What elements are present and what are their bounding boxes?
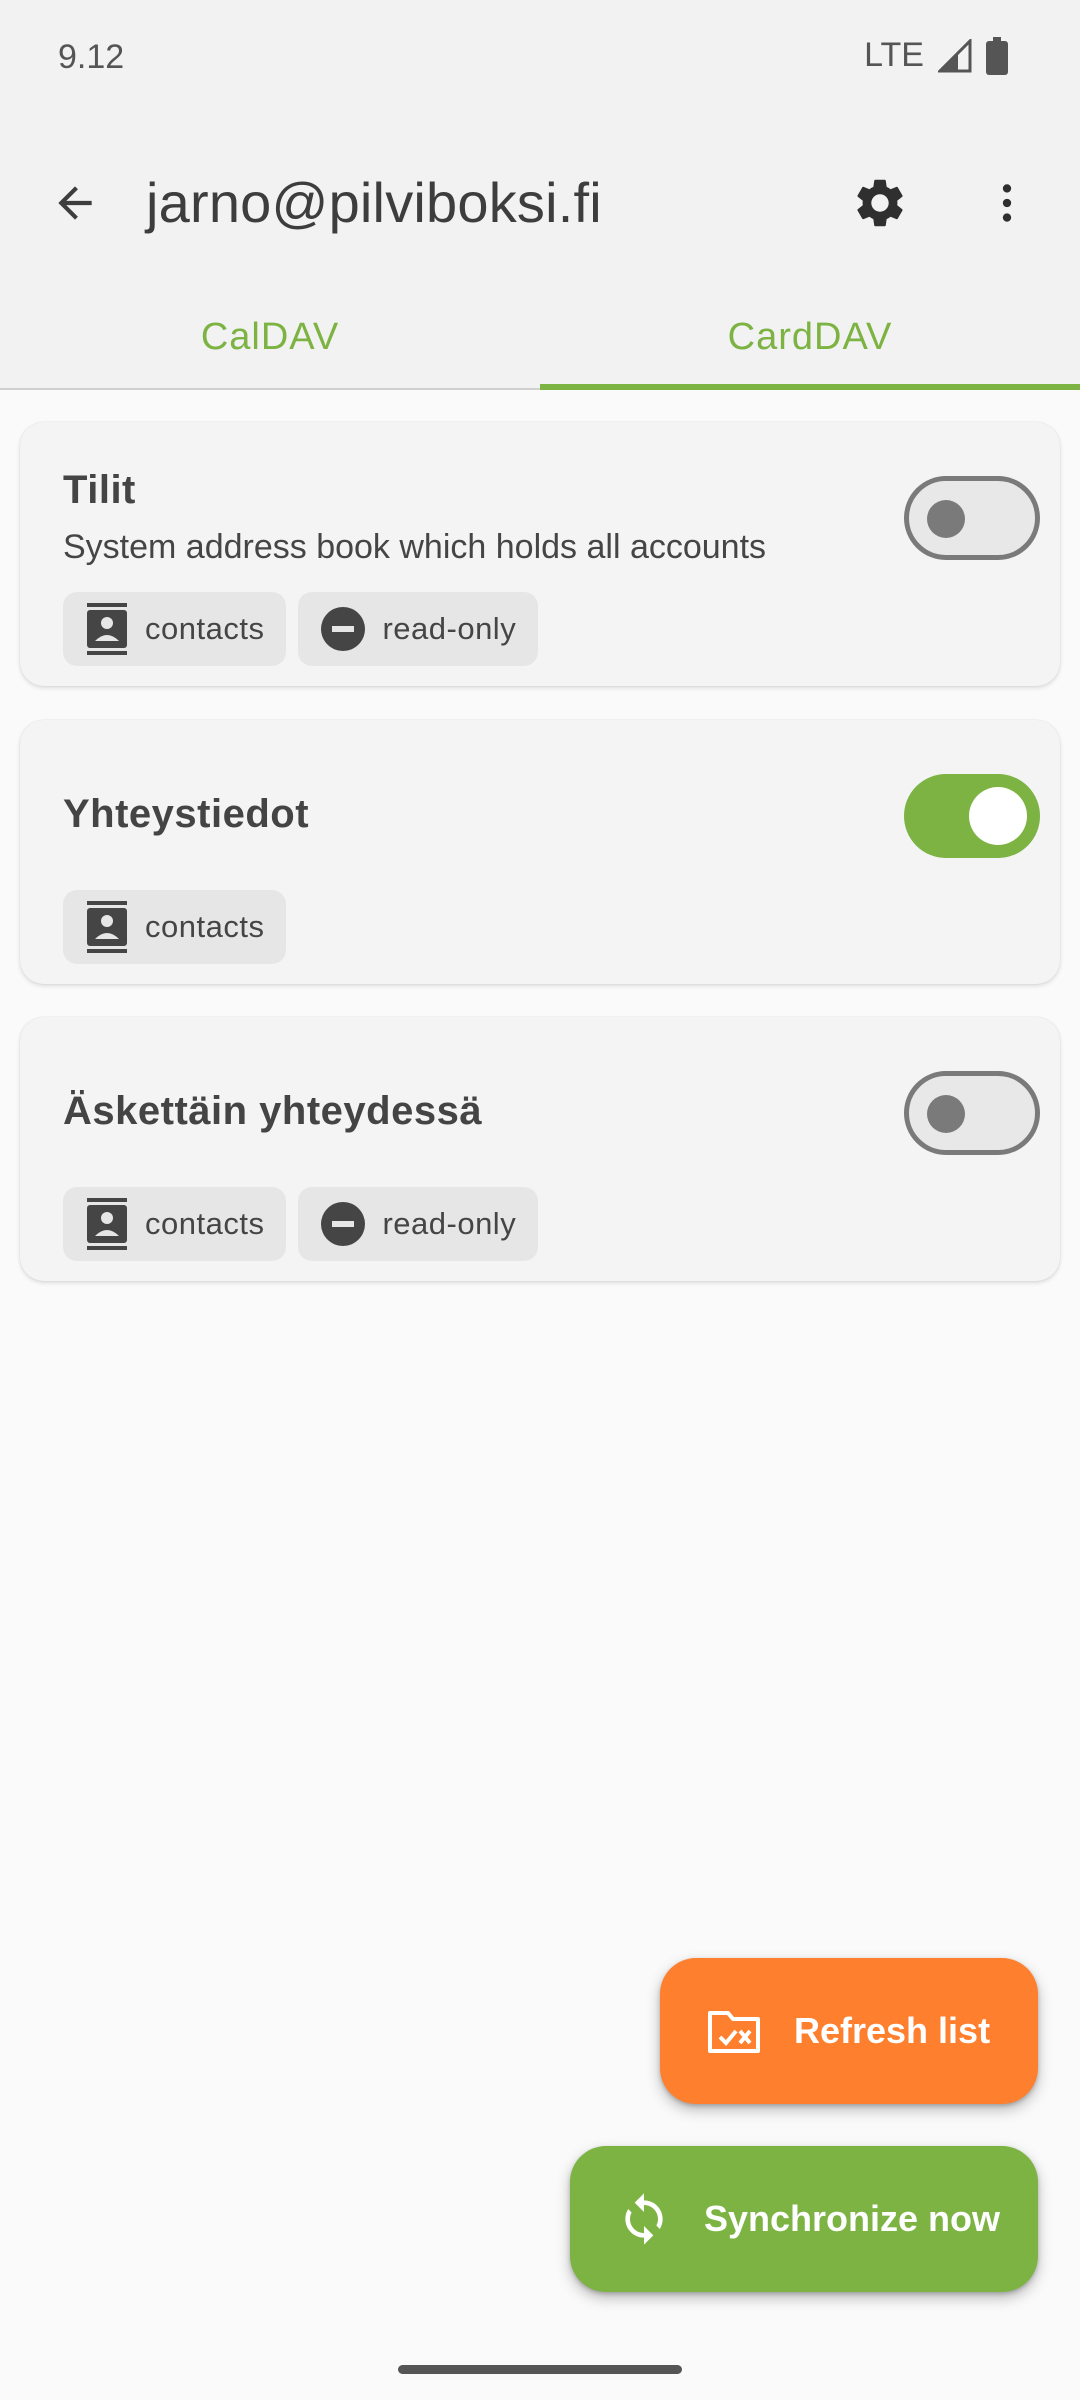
toggle-knob — [969, 787, 1027, 845]
read-only-chip: read-only — [298, 592, 539, 666]
synchronize-now-button[interactable]: Synchronize now — [570, 2146, 1038, 2292]
tab-caldav[interactable]: CalDAV — [0, 286, 540, 388]
contacts-icon — [87, 901, 127, 953]
contacts-chip: contacts — [63, 592, 287, 666]
account-title: jarno@pilviboksi.fi — [146, 171, 602, 234]
sync-toggle[interactable] — [904, 476, 1040, 560]
chip-row: contacts read-only — [63, 592, 539, 666]
chip-label: read-only — [382, 611, 517, 646]
sync-toggle[interactable] — [904, 774, 1040, 858]
signal-icon — [938, 38, 972, 72]
chip-row: contacts read-only — [63, 1187, 539, 1261]
chip-label: read-only — [382, 1206, 517, 1241]
minus-circle-icon — [321, 1202, 366, 1246]
minus-circle-icon — [321, 607, 366, 651]
address-book-description: System address book which holds all acco… — [63, 528, 767, 566]
sync-toggle[interactable] — [904, 1071, 1040, 1155]
more-vert-icon — [1002, 184, 1012, 222]
refresh-list-button[interactable]: Refresh list — [660, 1958, 1038, 2104]
address-book-title: Tilit — [63, 468, 136, 512]
contacts-chip: contacts — [63, 1187, 287, 1261]
tab-carddav[interactable]: CardDAV — [540, 286, 1080, 390]
synchronize-now-label: Synchronize now — [704, 2198, 1001, 2239]
chip-row: contacts — [63, 890, 287, 964]
address-book-title: Äskettäin yhteydessä — [63, 1089, 483, 1133]
status-icons: LTE — [864, 36, 1008, 75]
contacts-icon — [87, 603, 127, 655]
status-bar: 9.12 LTE — [0, 0, 1080, 118]
address-book-title: Yhteystiedot — [63, 792, 310, 836]
arrow-back-icon — [58, 186, 92, 220]
address-book-card[interactable]: Yhteystiedot contacts — [20, 720, 1060, 984]
network-type: LTE — [864, 36, 924, 74]
more-options-button[interactable] — [972, 168, 1042, 238]
home-indicator[interactable] — [398, 2365, 682, 2374]
settings-button[interactable] — [845, 168, 915, 238]
chip-label: contacts — [145, 1206, 265, 1241]
battery-icon — [986, 36, 1008, 75]
contacts-chip: contacts — [63, 890, 287, 964]
folder-sync-icon — [704, 2001, 764, 2061]
chip-label: contacts — [145, 611, 265, 646]
toggle-knob — [927, 1095, 965, 1133]
gear-icon — [857, 179, 903, 227]
contacts-icon — [87, 1198, 127, 1250]
status-time: 9.12 — [58, 38, 125, 76]
tab-bar: CalDAV CardDAV — [0, 286, 1080, 390]
chip-label: contacts — [145, 909, 265, 944]
read-only-chip: read-only — [298, 1187, 539, 1261]
sync-icon — [614, 2189, 674, 2249]
address-book-card[interactable]: Tilit System address book which holds al… — [20, 422, 1060, 686]
address-book-card[interactable]: Äskettäin yhteydessä contacts read-only — [20, 1017, 1060, 1281]
app-bar: jarno@pilviboksi.fi — [0, 118, 1080, 286]
toggle-knob — [927, 500, 965, 538]
back-button[interactable] — [40, 168, 110, 238]
refresh-list-label: Refresh list — [794, 2010, 991, 2051]
